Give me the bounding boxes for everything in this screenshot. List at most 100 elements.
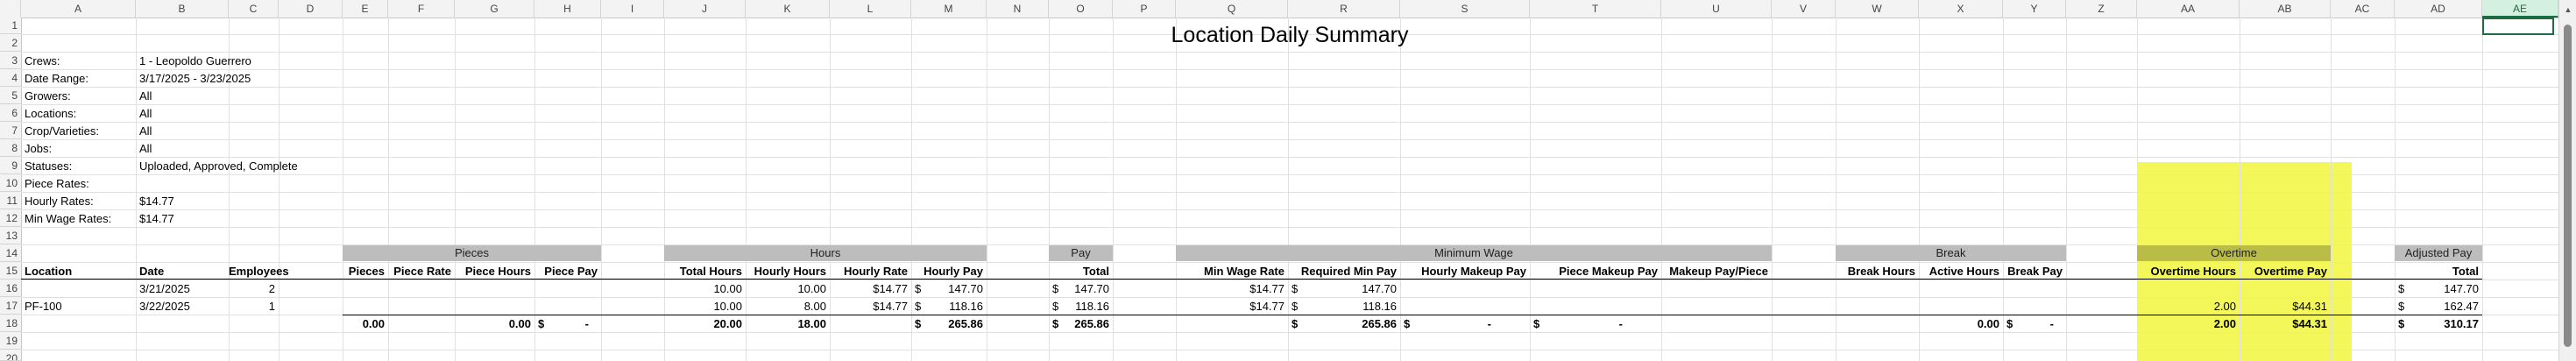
row-header-5[interactable]: 5	[0, 87, 21, 104]
column-header-bar[interactable]: A B C D E F G H I J K L M N O P Q R S T …	[0, 0, 2558, 18]
column-header-aa[interactable]: AA	[2137, 0, 2240, 18]
header-piece-makeup-pay: Piece Makeup Pay	[1559, 265, 1658, 278]
vertical-scrollbar[interactable]: ▲	[2558, 0, 2576, 361]
column-header-v[interactable]: V	[1772, 0, 1836, 18]
column-header-l[interactable]: L	[830, 0, 911, 18]
row16-required-min-pay: 147.70	[1362, 282, 1397, 295]
column-header-n[interactable]: N	[987, 0, 1049, 18]
scrollbar-thumb[interactable]	[2564, 25, 2572, 347]
header-employees: Employees	[229, 265, 289, 278]
selected-cell-ae1[interactable]	[2482, 18, 2554, 35]
column-header-m[interactable]: M	[911, 0, 987, 18]
filter-label-jobs: Jobs:	[25, 142, 53, 155]
column-header-b[interactable]: B	[136, 0, 229, 18]
column-header-p[interactable]: P	[1113, 0, 1176, 18]
header-break-pay: Break Pay	[2007, 265, 2063, 278]
filter-label-crop-varieties: Crop/Varieties:	[25, 124, 100, 138]
row16-adjusted-total: 147.70	[2444, 282, 2479, 295]
header-adjusted-total: Total	[2452, 265, 2479, 278]
column-header-q[interactable]: Q	[1176, 0, 1288, 18]
row16-hourly-rate: $14.77	[873, 282, 908, 295]
column-header-ad[interactable]: AD	[2395, 0, 2482, 18]
column-header-e[interactable]: E	[343, 0, 388, 18]
column-header-a[interactable]: A	[21, 0, 136, 18]
row-header-14[interactable]: 14	[0, 244, 21, 262]
column-header-c[interactable]: C	[229, 0, 279, 18]
column-header-g[interactable]: G	[455, 0, 534, 18]
row-header-13[interactable]: 13	[0, 227, 21, 244]
filter-label-date-range: Date Range:	[25, 72, 88, 85]
column-header-d[interactable]: D	[279, 0, 343, 18]
column-header-h[interactable]: H	[534, 0, 601, 18]
filter-label-min-wage-rates: Min Wage Rates:	[25, 212, 112, 225]
group-header-break: Break	[1836, 245, 2066, 261]
row-header-12[interactable]: 12	[0, 209, 21, 227]
row-header-bar[interactable]: 1 2 3 4 5 6 7 8 9 10 11 12 13 14 15 16 1…	[0, 18, 22, 361]
column-header-k[interactable]: K	[746, 0, 830, 18]
filter-label-piece-rates: Piece Rates:	[25, 177, 89, 190]
row-header-6[interactable]: 6	[0, 104, 21, 122]
row17-date: 3/22/2025	[139, 300, 190, 313]
spreadsheet[interactable]: A B C D E F G H I J K L M N O P Q R S T …	[0, 0, 2576, 361]
row17-total-hours: 10.00	[713, 300, 742, 313]
filter-label-statuses: Statuses:	[25, 159, 73, 173]
row16-overtime-pay	[2240, 280, 2327, 297]
column-header-ae[interactable]: AE	[2482, 0, 2558, 18]
column-header-ab[interactable]: AB	[2240, 0, 2331, 18]
row-header-2[interactable]: 2	[0, 34, 21, 52]
header-overtime-pay: Overtime Pay	[2254, 265, 2327, 278]
column-header-ac[interactable]: AC	[2331, 0, 2395, 18]
filter-label-growers: Growers:	[25, 89, 71, 103]
row-header-9[interactable]: 9	[0, 157, 21, 174]
row-header-1[interactable]: 1	[0, 18, 21, 34]
column-header-y[interactable]: Y	[2003, 0, 2066, 18]
row-header-3[interactable]: 3	[0, 52, 21, 69]
column-header-u[interactable]: U	[1661, 0, 1772, 18]
total-hourly-hours: 18.00	[797, 317, 826, 330]
row-header-18[interactable]: 18	[0, 315, 21, 332]
row-header-7[interactable]: 7	[0, 122, 21, 139]
filter-value-locations: All	[139, 107, 152, 120]
scroll-up-arrow-icon[interactable]: ▲	[2559, 2, 2576, 18]
cell-grid[interactable]: Location Daily Summary Crews: 1 - Leopol…	[21, 18, 2558, 361]
row16-min-wage-rate: $14.77	[1249, 282, 1284, 295]
row-header-17[interactable]: 17	[0, 297, 21, 315]
column-header-o[interactable]: O	[1049, 0, 1113, 18]
header-break-hours: Break Hours	[1847, 265, 1915, 278]
total-pay-total: 265.86	[1074, 317, 1109, 330]
report-title: Location Daily Summary	[1171, 23, 1409, 47]
row-header-4[interactable]: 4	[0, 69, 21, 87]
column-header-x[interactable]: X	[1919, 0, 2003, 18]
total-hourly-makeup-pay: -	[1487, 317, 1491, 330]
row16-pay-total: 147.70	[1074, 282, 1109, 295]
column-header-w[interactable]: W	[1836, 0, 1919, 18]
column-header-i[interactable]: I	[601, 0, 664, 18]
row-header-20[interactable]: 20	[0, 350, 21, 361]
row17-adjusted-total: 162.47	[2444, 300, 2479, 313]
row-header-19[interactable]: 19	[0, 332, 21, 350]
total-overtime-pay: $44.31	[2292, 317, 2327, 330]
filter-value-date-range: 3/17/2025 - 3/23/2025	[139, 72, 251, 85]
row17-overtime-hours: 2.00	[2213, 300, 2236, 313]
row-header-8[interactable]: 8	[0, 139, 21, 157]
total-total-hours: 20.00	[713, 317, 742, 330]
row17-hourly-rate: $14.77	[873, 300, 908, 313]
header-makeup-pay-piece: Makeup Pay/Piece	[1669, 265, 1768, 278]
column-header-z[interactable]: Z	[2066, 0, 2137, 18]
row-header-15[interactable]: 15	[0, 262, 21, 280]
group-header-minimum-wage: Minimum Wage	[1176, 245, 1772, 261]
row16-hourly-hours: 10.00	[797, 282, 826, 295]
row-header-16[interactable]: 16	[0, 280, 21, 297]
row16-date: 3/21/2025	[139, 282, 190, 295]
column-header-j[interactable]: J	[664, 0, 746, 18]
filter-value-crop-varieties: All	[139, 124, 152, 138]
column-header-f[interactable]: F	[388, 0, 455, 18]
header-overtime-hours: Overtime Hours	[2150, 265, 2236, 278]
select-all-corner[interactable]	[0, 0, 21, 18]
column-header-s[interactable]: S	[1400, 0, 1530, 18]
column-header-r[interactable]: R	[1288, 0, 1400, 18]
column-header-t[interactable]: T	[1530, 0, 1661, 18]
row-header-10[interactable]: 10	[0, 174, 21, 192]
row-header-11[interactable]: 11	[0, 192, 21, 209]
row17-required-min-pay: 118.16	[1362, 300, 1397, 313]
